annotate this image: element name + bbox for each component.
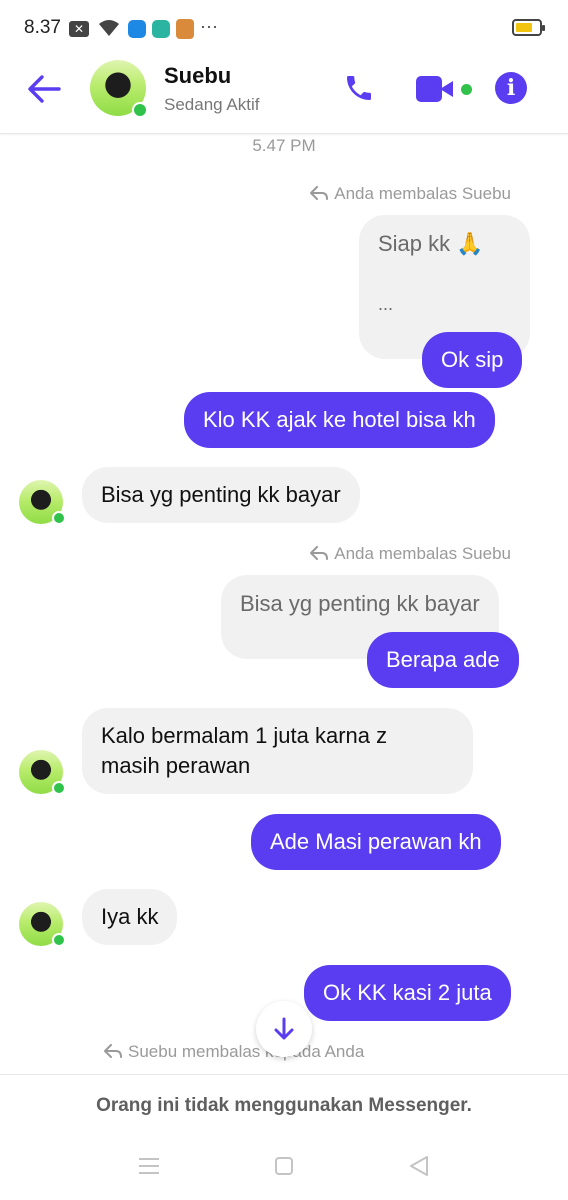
- status-time: 8.37: [24, 17, 61, 38]
- status-bar: 8.37 ✕ ···: [0, 0, 568, 56]
- phone-icon[interactable]: [343, 72, 375, 104]
- outgoing-message[interactable]: Ade Masi perawan kh: [251, 814, 501, 870]
- reply-note: Anda membalas Suebu: [310, 544, 511, 564]
- battery-icon: [512, 19, 545, 36]
- scroll-to-bottom-button[interactable]: [256, 1001, 312, 1057]
- back-arrow-icon[interactable]: [27, 75, 61, 103]
- reply-note-text: Anda membalas Suebu: [334, 184, 511, 203]
- contact-avatar[interactable]: [19, 750, 66, 795]
- app-notification-icon: [176, 19, 194, 39]
- reply-note-text: Suebu membalas kepada Anda: [128, 1042, 365, 1061]
- back-nav-icon[interactable]: [408, 1155, 430, 1177]
- reply-icon: [310, 186, 329, 200]
- contact-avatar[interactable]: [19, 902, 66, 947]
- video-call-icon[interactable]: [416, 76, 456, 102]
- info-icon[interactable]: i: [495, 72, 527, 104]
- incoming-message[interactable]: Iya kk: [82, 889, 178, 945]
- active-status-dot: [52, 933, 66, 947]
- reply-icon: [310, 546, 329, 560]
- active-status-dot: [52, 781, 66, 795]
- home-nav-icon[interactable]: [274, 1156, 294, 1176]
- incoming-message-line: masih perawan: [101, 753, 251, 778]
- active-status-dot: [132, 102, 148, 118]
- menu-nav-icon[interactable]: [138, 1157, 160, 1175]
- reply-note: Anda membalas Suebu: [310, 184, 511, 204]
- notification-x-icon: ✕: [69, 21, 89, 37]
- video-active-dot: [461, 84, 472, 95]
- more-notifications-icon: ···: [200, 16, 218, 36]
- contact-status: Sedang Aktif: [164, 95, 260, 114]
- message-timestamp: 5.47 PM: [252, 136, 316, 155]
- incoming-message[interactable]: Kalo bermalam 1 juta karna z masih peraw…: [82, 708, 473, 794]
- contact-avatar[interactable]: [90, 60, 148, 118]
- app-notification-icon: [128, 20, 146, 38]
- wifi-icon: [99, 20, 119, 36]
- quoted-message-text: Siap kk 🙏: [378, 231, 484, 256]
- contact-name[interactable]: Suebu: [164, 63, 231, 89]
- incoming-message[interactable]: Bisa yg penting kk bayar: [82, 467, 360, 523]
- outgoing-message[interactable]: Ok sip: [422, 332, 523, 388]
- messenger-notice: Orang ini tidak menggunakan Messenger.: [96, 1095, 472, 1116]
- active-status-dot: [52, 511, 66, 525]
- reply-note-text: Anda membalas Suebu: [334, 544, 511, 563]
- reply-icon: [104, 1044, 122, 1058]
- outgoing-message[interactable]: Berapa ade: [367, 632, 519, 688]
- composer-footer: Orang ini tidak menggunakan Messenger.: [0, 1074, 568, 1200]
- app-notification-icon: [152, 20, 170, 38]
- chat-header: Suebu Sedang Aktif i: [0, 56, 568, 134]
- outgoing-message[interactable]: Klo KK ajak ke hotel bisa kh: [184, 392, 495, 448]
- contact-avatar[interactable]: [19, 480, 66, 525]
- incoming-message-line: Kalo bermalam 1 juta karna z: [101, 723, 388, 748]
- quoted-message-ellipsis: ...: [378, 294, 394, 314]
- outgoing-message[interactable]: Ok KK kasi 2 juta: [304, 965, 511, 1021]
- arrow-down-icon: [274, 1017, 294, 1040]
- reply-note: Suebu membalas kepada Anda: [104, 1042, 364, 1062]
